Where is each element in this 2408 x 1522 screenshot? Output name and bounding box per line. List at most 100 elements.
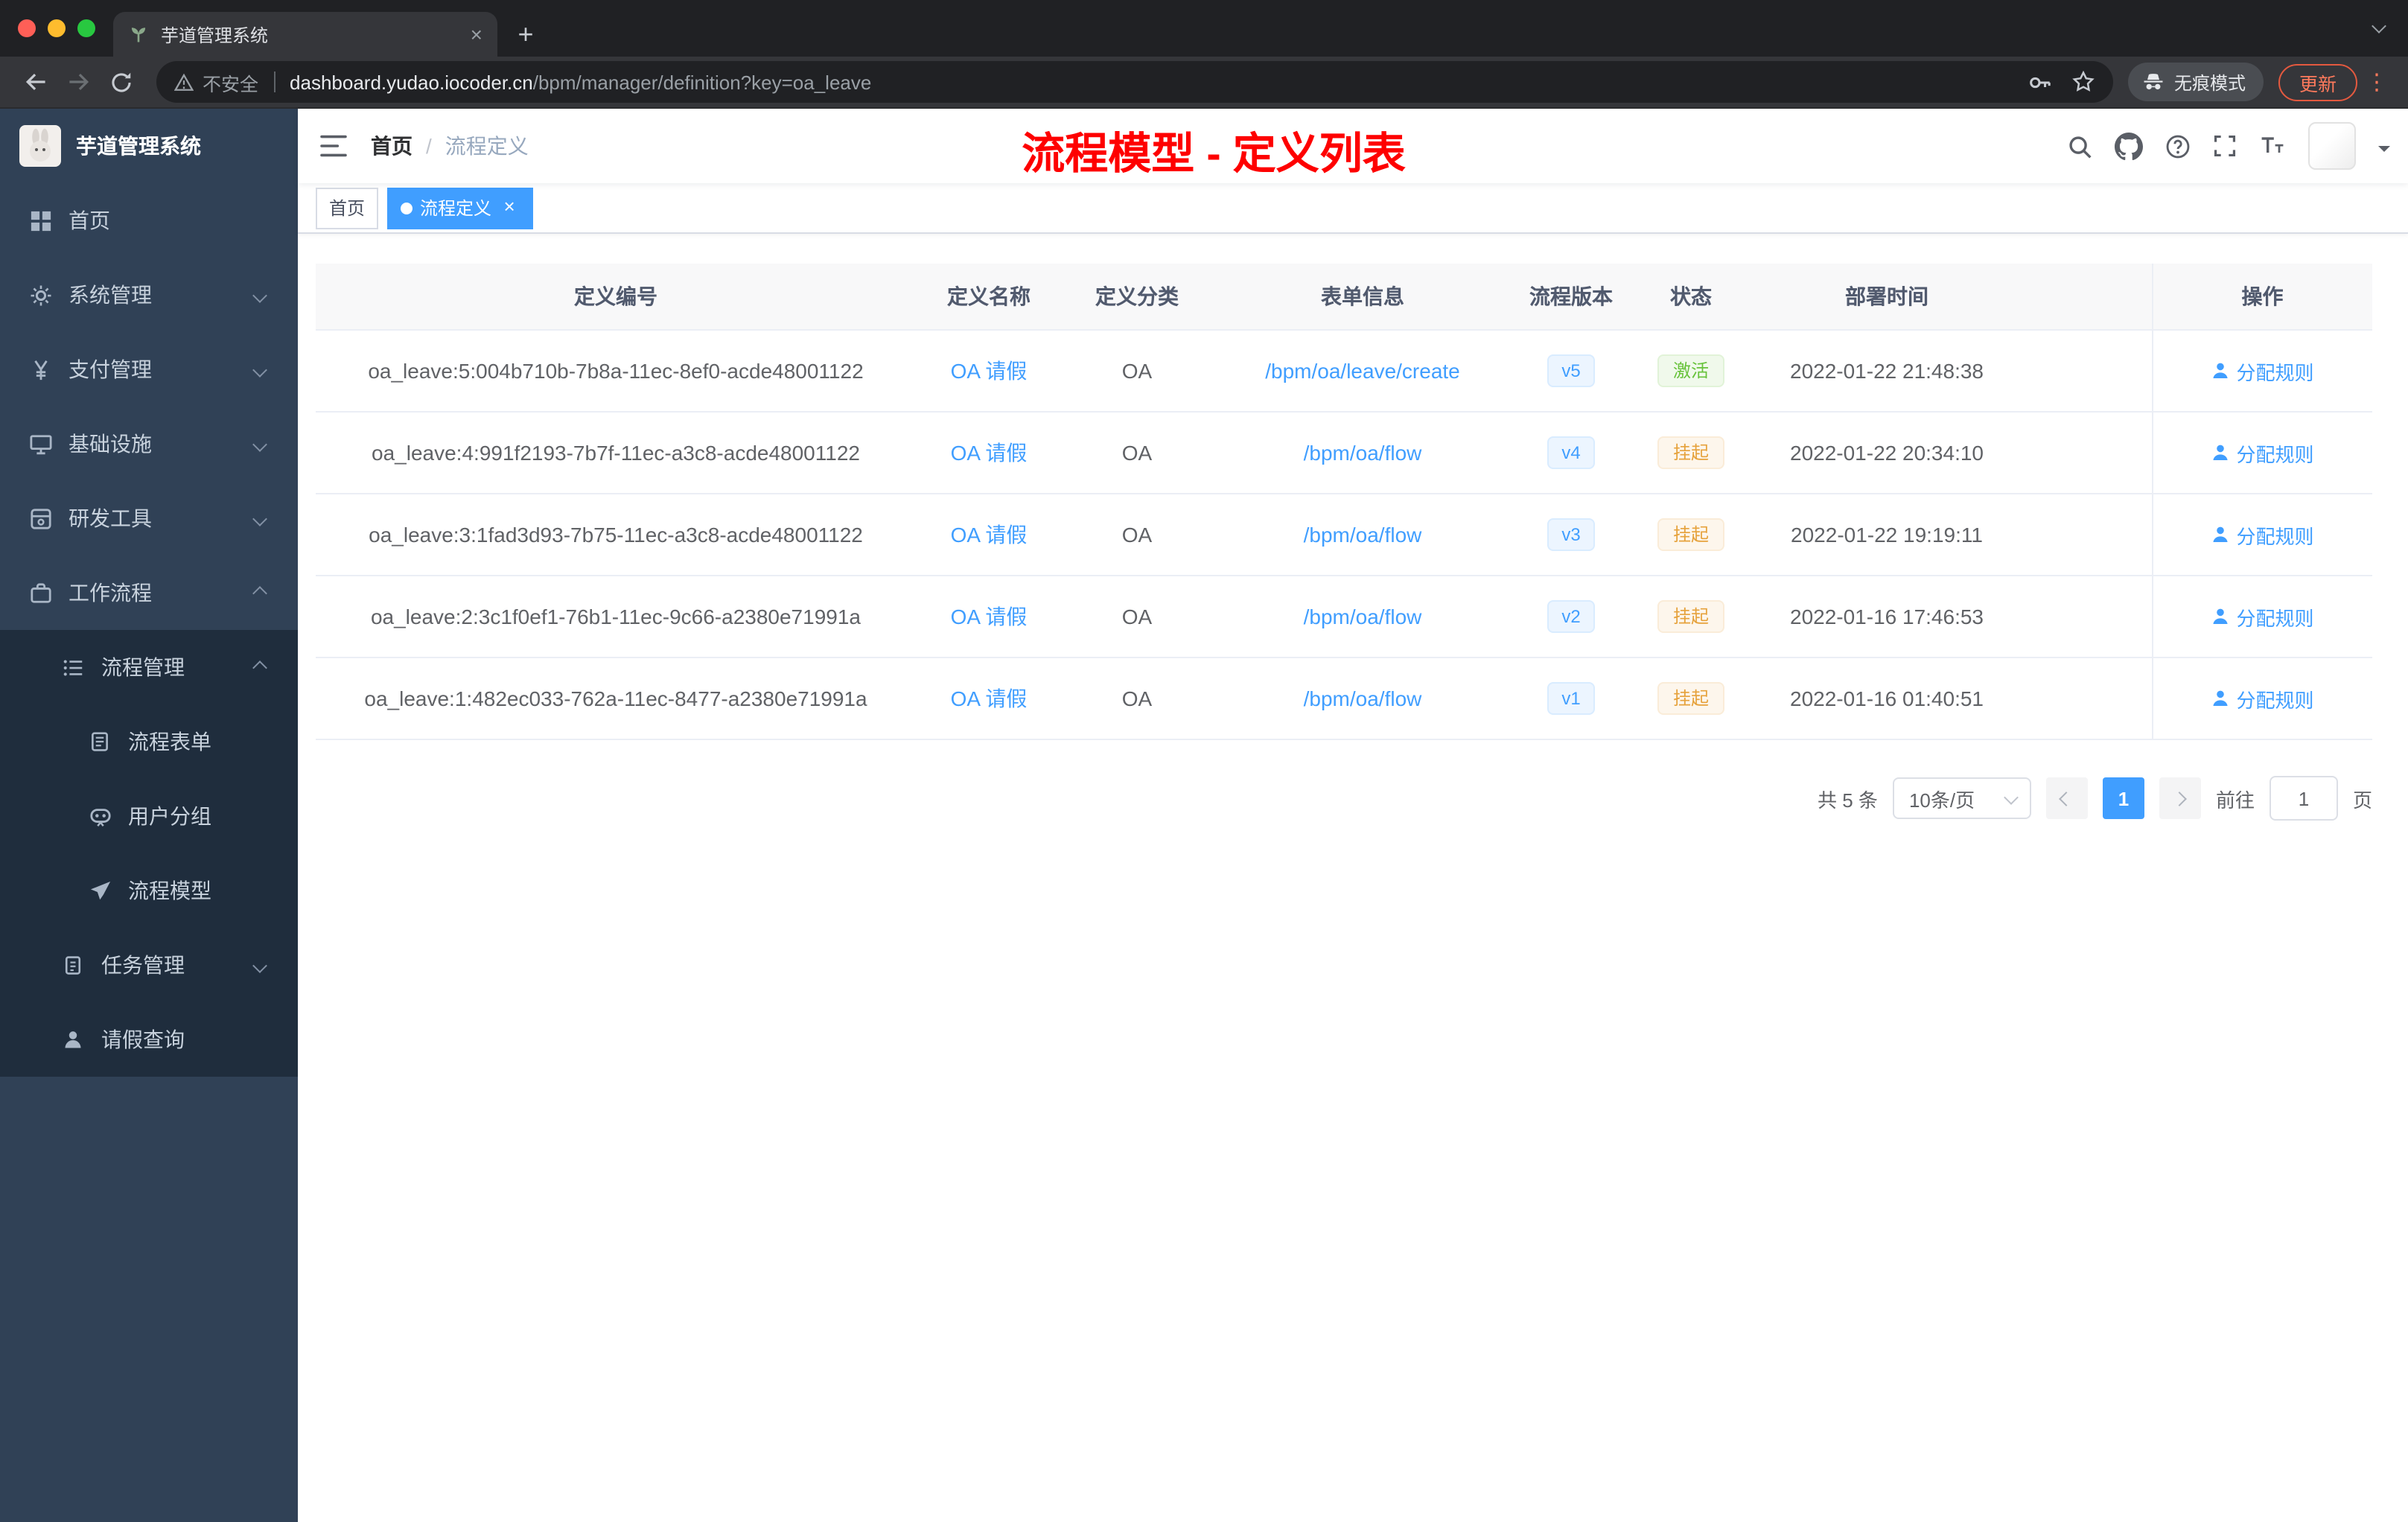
sidebar-item-dashboard[interactable]: 首页 — [0, 183, 298, 258]
definition-name-link[interactable]: OA 请假 — [951, 605, 1028, 628]
window-controls — [18, 19, 95, 37]
assign-rule-link[interactable]: 分配规则 — [2211, 357, 2314, 385]
sidebar-item-process-model[interactable]: 流程模型 — [0, 853, 298, 928]
reload-button[interactable] — [101, 62, 141, 102]
form-link[interactable]: /bpm/oa/flow — [1304, 687, 1422, 710]
status-tag: 挂起 — [1657, 518, 1724, 551]
chevron-down-icon — [252, 436, 267, 451]
pagination: 共 5 条 10条/页 1 前往 页 — [316, 776, 2372, 821]
app-logo[interactable]: 芋道管理系统 — [0, 109, 298, 183]
navbar-actions — [2067, 122, 2408, 170]
sidebar-item-infrastructure[interactable]: 基础设施 — [0, 407, 298, 481]
col-filler — [2021, 264, 2152, 331]
table-header-row: 定义编号 定义名称 定义分类 表单信息 流程版本 状态 部署时间 操作 — [316, 264, 2372, 331]
version-tag: v5 — [1547, 354, 1596, 387]
sidebar-item-process-management[interactable]: 流程管理 — [0, 630, 298, 704]
form-link[interactable]: /bpm/oa/leave/create — [1265, 359, 1460, 383]
definition-category: OA — [1062, 494, 1212, 576]
sidebar-item-process-form[interactable]: 流程表单 — [0, 704, 298, 779]
sidebar-item-system[interactable]: 系统管理 — [0, 258, 298, 332]
form-link[interactable]: /bpm/oa/flow — [1304, 441, 1422, 465]
col-deploy-time: 部署时间 — [1753, 264, 2021, 331]
assign-rule-link[interactable]: 分配规则 — [2211, 520, 2314, 549]
user-icon — [2212, 608, 2228, 624]
tag-close-icon[interactable]: × — [499, 196, 520, 218]
table-row: oa_leave:3:1fad3d93-7b75-11ec-a3c8-acde4… — [316, 494, 2372, 576]
page-size-select[interactable]: 10条/页 — [1892, 777, 2031, 819]
omnibox-divider — [273, 71, 275, 92]
window-close-button[interactable] — [18, 19, 36, 37]
annotation-title: 流程模型 - 定义列表 — [1022, 131, 1406, 179]
browser-toolbar: 不安全 dashboard.yudao.iocoder.cn /bpm/mana… — [0, 57, 2408, 109]
col-actions: 操作 — [2151, 264, 2372, 331]
tag-home[interactable]: 首页 — [316, 187, 379, 229]
back-button[interactable] — [15, 62, 55, 102]
sidebar-item-task-management[interactable]: 任务管理 — [0, 928, 298, 1002]
sidebar-item-user-group[interactable]: 用户分组 — [0, 779, 298, 853]
next-page-button[interactable] — [2159, 777, 2201, 819]
assign-rule-link[interactable]: 分配规则 — [2211, 439, 2314, 467]
sidebar-item-payment[interactable]: 支付管理 — [0, 332, 298, 407]
search-icon[interactable] — [2067, 133, 2092, 159]
chevron-down-icon — [252, 958, 267, 972]
deploy-time: 2022-01-16 01:40:51 — [1753, 657, 2021, 740]
tab-title: 芋道管理系统 — [161, 25, 269, 45]
form-link[interactable]: /bpm/oa/flow — [1304, 605, 1422, 628]
chevron-down-icon — [252, 287, 267, 302]
logo-image — [19, 125, 61, 167]
security-chip[interactable]: 不安全 — [174, 68, 258, 96]
browser-menu-icon[interactable]: ⋮ — [2360, 69, 2393, 95]
tab-search-icon[interactable] — [2372, 12, 2386, 39]
definition-name-link[interactable]: OA 请假 — [951, 523, 1028, 547]
definition-name-link[interactable]: OA 请假 — [951, 687, 1028, 710]
tag-process-definition[interactable]: 流程定义 × — [387, 187, 534, 229]
table-row: oa_leave:1:482ec033-762a-11ec-8477-a2380… — [316, 657, 2372, 740]
avatar-caret-icon[interactable] — [2378, 146, 2390, 158]
font-size-icon[interactable] — [2259, 133, 2286, 159]
sidebar-collapse-icon[interactable] — [320, 134, 347, 158]
table-row: oa_leave:4:991f2193-7b7f-11ec-a3c8-acde4… — [316, 412, 2372, 494]
sidebar-item-workflow[interactable]: 工作流程 — [0, 555, 298, 630]
current-page-button[interactable]: 1 — [2102, 777, 2144, 819]
prev-page-button[interactable] — [2045, 777, 2088, 819]
browser-tab[interactable]: 芋道管理系统 × — [113, 12, 497, 57]
window-zoom-button[interactable] — [77, 19, 95, 37]
window-minimize-button[interactable] — [48, 19, 66, 37]
col-form-info: 表单信息 — [1212, 264, 1513, 331]
address-bar[interactable]: 不安全 dashboard.yudao.iocoder.cn /bpm/mana… — [156, 61, 2113, 103]
sidebar-item-devtools[interactable]: 研发工具 — [0, 481, 298, 555]
browser-window: 芋道管理系统 × + 不安全 dashboard.yudao.iocoder.c… — [0, 0, 2408, 1522]
new-tab-button[interactable]: + — [506, 13, 545, 55]
definition-name-link[interactable]: OA 请假 — [951, 359, 1028, 383]
form-link[interactable]: /bpm/oa/flow — [1304, 523, 1422, 547]
table-row: oa_leave:2:3c1f0ef1-76b1-11ec-9c66-a2380… — [316, 576, 2372, 658]
definition-table: 定义编号 定义名称 定义分类 表单信息 流程版本 状态 部署时间 操作 oa_l… — [316, 264, 2372, 740]
definition-name-link[interactable]: OA 请假 — [951, 441, 1028, 465]
avatar[interactable] — [2308, 122, 2356, 170]
warning-icon — [174, 72, 194, 92]
assign-rule-link[interactable]: 分配规则 — [2211, 602, 2314, 631]
sidebar-item-leave-query[interactable]: 请假查询 — [0, 1002, 298, 1077]
dashboard-icon — [28, 208, 52, 232]
user-icon — [2212, 363, 2228, 378]
forward-button[interactable] — [58, 62, 98, 102]
help-icon[interactable] — [2165, 133, 2191, 159]
chevron-right-icon — [2173, 791, 2188, 806]
goto-page-input[interactable] — [2269, 776, 2338, 821]
password-key-icon[interactable] — [2027, 69, 2052, 95]
yen-icon — [28, 357, 52, 381]
assign-rule-link[interactable]: 分配规则 — [2211, 684, 2314, 713]
incognito-label: 无痕模式 — [2173, 72, 2246, 93]
update-browser-button[interactable]: 更新 — [2278, 63, 2357, 101]
paper-plane-icon — [88, 879, 112, 902]
user-icon — [61, 1028, 85, 1051]
github-icon[interactable] — [2115, 132, 2143, 160]
goto-label: 前往 — [2215, 789, 2255, 811]
fullscreen-icon[interactable] — [2213, 134, 2237, 158]
version-tag: v1 — [1547, 682, 1596, 715]
chevron-up-icon — [252, 660, 267, 675]
bookmark-star-icon[interactable] — [2071, 69, 2095, 95]
tab-close-icon[interactable]: × — [471, 24, 482, 45]
breadcrumb-home[interactable]: 首页 — [371, 131, 413, 161]
user-icon — [2212, 526, 2228, 542]
